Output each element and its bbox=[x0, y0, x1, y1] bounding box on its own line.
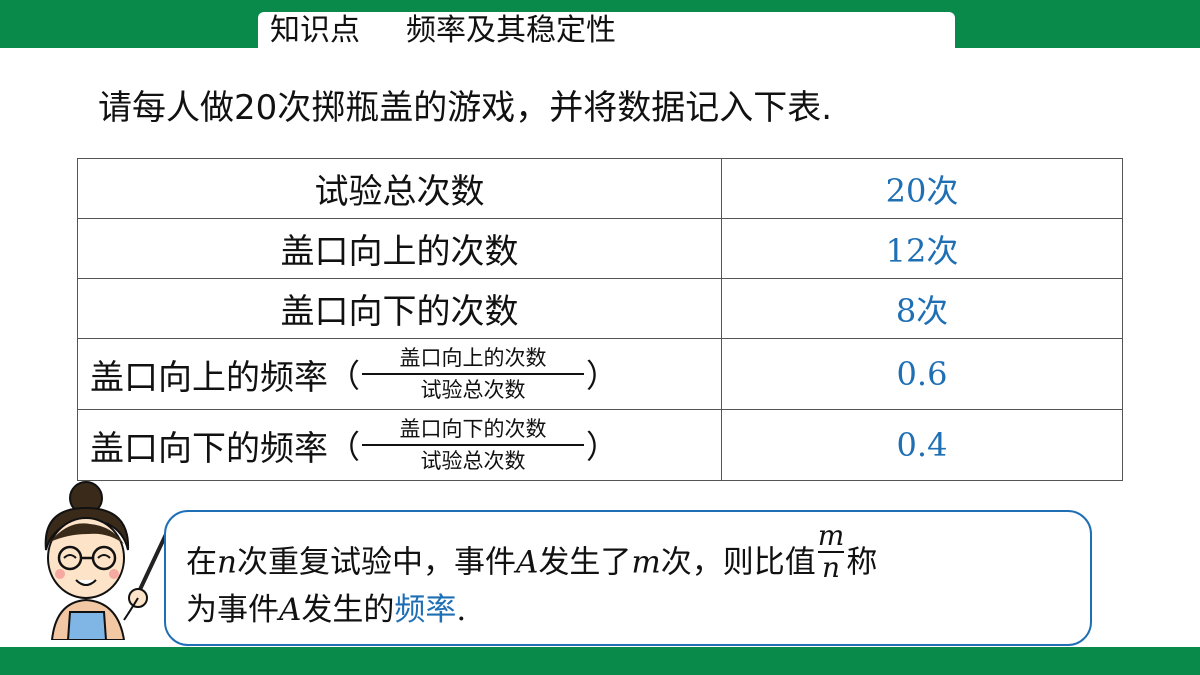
table-row: 试验总次数 20次 bbox=[77, 158, 1123, 219]
instruction-text: 请每人做20次掷瓶盖的游戏，并将数据记入下表. bbox=[98, 88, 833, 128]
note-text: 发生了 bbox=[538, 544, 632, 581]
fraction-denominator: 试验总次数 bbox=[420, 378, 526, 402]
table-row: 盖口向上的频率（ 盖口向上的次数 试验总次数） 0.6 bbox=[77, 338, 1123, 410]
section-label: 知识点 bbox=[270, 13, 360, 48]
note-text: 发生的 bbox=[301, 592, 395, 628]
row-value: 12次 bbox=[721, 218, 1123, 279]
row-label-cell: 盖口向上的频率（ 盖口向上的次数 试验总次数） bbox=[77, 338, 722, 410]
table-row: 盖口向上的次数 12次 bbox=[77, 218, 1123, 279]
close-paren: ） bbox=[586, 428, 619, 466]
var-a: A bbox=[515, 544, 539, 581]
var-n: n bbox=[217, 544, 237, 581]
note-text: 称 bbox=[846, 544, 878, 581]
fraction-numerator: 盖口向上的次数 bbox=[399, 346, 547, 370]
row-label: 盖口向上的次数 bbox=[77, 218, 722, 279]
note-text: 在 bbox=[186, 544, 217, 581]
data-table: 试验总次数 20次 盖口向上的次数 12次 盖口向下的次数 8次 盖口向上的频率… bbox=[77, 158, 1123, 481]
fraction-bar bbox=[362, 444, 585, 446]
note-text: . bbox=[456, 592, 467, 628]
title-bar: 知识点 频率及其稳定性 bbox=[258, 12, 955, 48]
note-text: 次重复试验中，事件 bbox=[236, 544, 516, 581]
open-paren: （ bbox=[328, 428, 361, 466]
row-label-cell: 盖口向下的频率（ 盖口向下的次数 试验总次数） bbox=[77, 409, 722, 481]
fraction-numerator: 盖口向下的次数 bbox=[399, 417, 547, 441]
fraction: 盖口向上的次数 试验总次数 bbox=[362, 345, 585, 403]
var-a: A bbox=[279, 592, 302, 628]
topic-title: 频率及其稳定性 bbox=[406, 13, 616, 48]
row-label: 盖口向下的频率 bbox=[90, 428, 328, 469]
row-label: 盖口向下的次数 bbox=[77, 278, 722, 339]
ratio-fraction: mn bbox=[818, 522, 845, 582]
open-paren: （ bbox=[328, 357, 361, 395]
note-text: 为事件 bbox=[186, 592, 279, 628]
row-value: 0.6 bbox=[721, 338, 1123, 410]
row-label: 试验总次数 bbox=[77, 158, 722, 219]
definition-box: 在n次重复试验中，事件A发生了m次，则比值 m n 称 为事件A发生的频率. bbox=[164, 510, 1092, 646]
row-value: 8次 bbox=[721, 278, 1123, 339]
row-value: 20次 bbox=[721, 158, 1123, 219]
teacher-icon bbox=[44, 481, 170, 640]
definition-line-1: 在n次重复试验中，事件A发生了m次，则比值 m n 称 bbox=[186, 522, 878, 594]
row-label: 盖口向上的频率 bbox=[90, 357, 328, 398]
table-row: 盖口向下的次数 8次 bbox=[77, 278, 1123, 339]
ratio-numerator: m bbox=[817, 519, 845, 552]
row-value: 0.4 bbox=[721, 409, 1123, 481]
var-m: m bbox=[631, 544, 661, 581]
highlight-term: 频率 bbox=[394, 592, 457, 628]
definition-line-2: 为事件A发生的频率. bbox=[186, 590, 466, 630]
bottom-band bbox=[0, 647, 1200, 675]
fraction: 盖口向下的次数 试验总次数 bbox=[362, 416, 585, 474]
ratio-denominator: n bbox=[822, 551, 841, 584]
fraction-denominator: 试验总次数 bbox=[420, 449, 526, 473]
table-row: 盖口向下的频率（ 盖口向下的次数 试验总次数） 0.4 bbox=[77, 409, 1123, 481]
fraction-bar bbox=[362, 373, 585, 375]
note-text: 次，则比值 bbox=[660, 544, 816, 581]
close-paren: ） bbox=[586, 357, 619, 395]
